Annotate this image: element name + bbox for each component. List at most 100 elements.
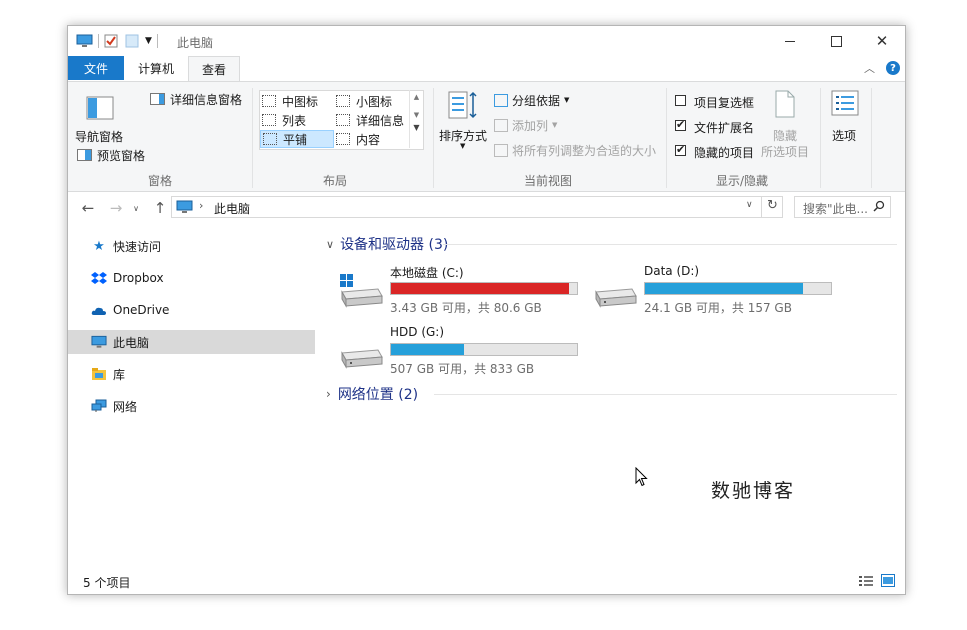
layout-small-icons[interactable]: 小图标	[336, 92, 406, 110]
layout-gallery: 中图标 小图标 列表 详细信息 平铺 内容	[259, 90, 424, 150]
search-box[interactable]: 搜索"此电...	[794, 196, 891, 218]
properties-icon[interactable]	[104, 34, 118, 48]
drive-tile-d[interactable]: Data (D:) 24.1 GB 可用，共 157 GB	[592, 262, 837, 318]
network-section-header[interactable]: › 网络位置 (2)	[326, 384, 418, 404]
computer-icon[interactable]	[76, 34, 93, 48]
details-pane-label: 详细信息窗格	[170, 92, 243, 107]
nav-pane-label: 导航窗格	[75, 130, 124, 144]
drive-space-info: 3.43 GB 可用，共 80.6 GB	[390, 301, 542, 315]
ribbon-divider	[871, 88, 872, 188]
item-checkboxes-toggle[interactable]: 项目复选框	[675, 94, 761, 110]
navigation-bar: ← → ∨ ↑ › 此电脑 ∨ ↻ 搜索"此电...	[68, 194, 905, 222]
refresh-icon[interactable]: ↻	[767, 198, 778, 213]
preview-pane-icon	[77, 149, 92, 161]
close-button[interactable]: ✕	[859, 26, 905, 56]
group-by-button[interactable]: 分组依据 ▼	[494, 92, 569, 108]
quick-access-toolbar: ▼	[76, 32, 163, 50]
new-folder-icon[interactable]	[125, 34, 139, 48]
hide-selected-button[interactable]: 隐藏 所选项目	[760, 90, 812, 162]
windows-drive-icon	[338, 274, 384, 311]
sidebar-item-dropbox[interactable]: Dropbox	[68, 266, 315, 290]
layout-list[interactable]: 列表	[262, 111, 332, 129]
drive-tile-c[interactable]: 本地磁盘 (C:) 3.43 GB 可用，共 80.6 GB	[338, 262, 583, 318]
sort-icon	[448, 90, 478, 123]
layout-medium-icons[interactable]: 中图标	[262, 92, 332, 110]
show-hide-group-label: 显示/隐藏	[715, 174, 769, 188]
sidebar-item-libraries[interactable]: 库	[68, 362, 315, 386]
chevron-down-icon: ▼	[564, 96, 570, 104]
file-extensions-toggle[interactable]: 文件扩展名	[675, 118, 761, 135]
details-view-icon[interactable]	[859, 575, 873, 590]
layout-scroll[interactable]: ▲ ▼ ▼	[409, 90, 423, 148]
section-divider	[434, 394, 897, 395]
help-icon[interactable]: ?	[886, 61, 900, 75]
address-bar[interactable]: › 此电脑 ∨ ↻	[171, 196, 783, 218]
details-pane-icon	[150, 93, 165, 105]
address-dropdown-icon[interactable]: ∨	[746, 200, 753, 210]
drive-usage-bar	[390, 343, 578, 356]
drive-name: HDD (G:)	[390, 325, 445, 339]
sidebar-item-onedrive[interactable]: OneDrive	[68, 298, 315, 322]
item-checkboxes-checkbox[interactable]	[675, 95, 686, 106]
mouse-cursor-icon	[635, 466, 648, 490]
ribbon-divider	[666, 88, 667, 188]
hide-icon	[774, 90, 796, 121]
layout-content[interactable]: 内容	[336, 130, 406, 148]
hidden-items-toggle[interactable]: 隐藏的项目	[675, 143, 761, 160]
scroll-up-icon[interactable]: ▲	[410, 93, 423, 101]
layout-tiles[interactable]: 平铺	[260, 130, 334, 148]
options-button[interactable]: 选项	[828, 90, 862, 150]
forward-button[interactable]: →	[106, 198, 126, 218]
add-columns-button[interactable]: 添加列 ▼	[494, 117, 557, 133]
sidebar-item-network[interactable]: 网络	[68, 394, 315, 418]
drive-usage-fill	[391, 283, 569, 294]
details-pane-button[interactable]: 详细信息窗格	[150, 91, 242, 107]
collapse-ribbon-icon[interactable]: ︿	[864, 60, 875, 76]
nav-pane-button[interactable]: 导航窗格	[74, 90, 128, 150]
layout-details[interactable]: 详细信息	[336, 111, 406, 129]
recent-locations-button[interactable]: ∨	[126, 198, 146, 218]
chevron-down-icon: ▼	[460, 142, 466, 150]
group-by-icon	[494, 93, 508, 107]
ribbon: 导航窗格 详细信息窗格 预览窗格 窗格 中图标 小图标 列表 详细信息 平铺 内…	[68, 81, 905, 192]
sidebar-item-this-pc[interactable]: 此电脑	[68, 330, 315, 354]
medium-icons-icon	[262, 95, 276, 107]
drive-name: Data (D:)	[644, 264, 700, 278]
preview-pane-label: 预览窗格	[97, 148, 146, 163]
window-title: 此电脑	[177, 36, 214, 50]
library-folder-icon	[91, 366, 107, 382]
sidebar-item-quick-access[interactable]: ★ 快速访问	[68, 234, 315, 258]
chevron-right-icon: ›	[326, 387, 331, 401]
large-icons-view-icon[interactable]	[881, 574, 895, 590]
breadcrumb[interactable]: 此电脑	[214, 200, 250, 217]
search-input[interactable]: 搜索"此电...	[803, 200, 868, 217]
hidden-items-checkbox[interactable]	[675, 143, 686, 156]
current-view-group-label: 当前视图	[523, 174, 572, 188]
file-extensions-checkbox[interactable]	[675, 118, 686, 131]
drive-space-info: 507 GB 可用，共 833 GB	[390, 362, 535, 376]
tab-view[interactable]: 查看	[188, 56, 240, 82]
sort-by-button[interactable]: 排序方式 ▼	[438, 88, 490, 150]
drive-tile-g[interactable]: HDD (G:) 507 GB 可用，共 833 GB	[338, 323, 583, 379]
ribbon-tabs: 文件 计算机 查看 ︿ ?	[68, 56, 905, 82]
ribbon-divider	[820, 88, 821, 188]
chevron-down-icon: ∨	[133, 203, 139, 213]
tab-file[interactable]: 文件	[68, 56, 124, 80]
devices-section-header[interactable]: ∨ 设备和驱动器 (3)	[326, 234, 448, 254]
hard-drive-icon	[338, 335, 384, 372]
minimize-button[interactable]	[767, 26, 813, 56]
maximize-icon	[830, 35, 842, 47]
search-icon[interactable]	[873, 200, 885, 215]
size-columns-button[interactable]: 将所有列调整为合适的大小	[494, 142, 656, 158]
up-button[interactable]: ↑	[150, 198, 170, 218]
small-icons-icon	[336, 95, 350, 107]
back-button[interactable]: ←	[78, 198, 98, 218]
tab-computer[interactable]: 计算机	[128, 56, 184, 80]
scroll-down-icon[interactable]: ▼	[410, 111, 423, 119]
expand-gallery-icon[interactable]: ▼	[410, 123, 423, 132]
size-columns-icon	[494, 143, 508, 157]
star-icon: ★	[93, 238, 105, 254]
maximize-button[interactable]	[813, 26, 859, 56]
chevron-down-icon[interactable]: ▼	[145, 36, 152, 46]
preview-pane-button[interactable]: 预览窗格	[77, 147, 145, 163]
